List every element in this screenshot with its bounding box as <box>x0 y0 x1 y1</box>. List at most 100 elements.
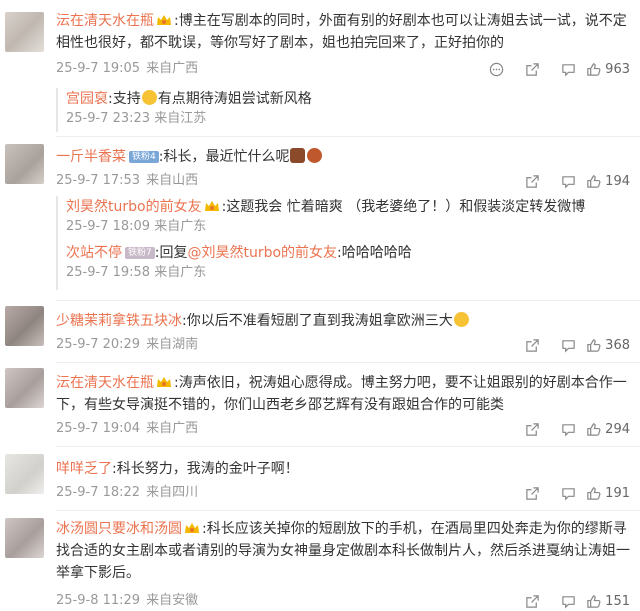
like-button[interactable]: 194 <box>586 172 630 190</box>
comment-button[interactable] <box>550 336 586 354</box>
comment-author[interactable]: 沄在清天水在瓶 <box>56 375 154 391</box>
share-button[interactable] <box>514 336 550 354</box>
comment-author[interactable]: 冰汤圆只要冰和汤圆 <box>56 521 182 537</box>
comment-body: 沄在清天水在瓶:博主在写剧本的同时，外面有别的好剧本也可以让涛姐去试一试，说不定… <box>56 10 632 54</box>
avatar[interactable] <box>5 368 44 408</box>
divider <box>56 362 640 363</box>
reply: 宫园裒:支持 有点期待涛姐尝试新风格 25-9-7 23:23 来自江苏 <box>56 88 632 132</box>
comment-icon <box>561 175 575 189</box>
share-icon <box>525 486 539 500</box>
comment-body: 一斤半香菜 铁粉4:科长，最近忙什么呢 <box>56 146 632 168</box>
reply-time: 25-9-7 18:09 <box>66 219 151 234</box>
share-icon <box>525 422 539 436</box>
avatar[interactable] <box>5 306 44 346</box>
comment-actions: 191 <box>514 484 630 502</box>
reply-mention[interactable]: @刘昊然turbo的前女友 <box>187 245 337 261</box>
comment-icon <box>561 595 575 609</box>
crown-badge-icon <box>157 377 171 387</box>
comment-actions: 294 <box>514 420 630 438</box>
reply-location: 来自广东 <box>154 265 207 280</box>
like-icon <box>587 62 601 76</box>
reply-location: 来自广东 <box>154 219 207 234</box>
avatar[interactable] <box>5 144 44 184</box>
comment-icon <box>561 339 575 353</box>
comment-location: 来自四川 <box>146 485 199 500</box>
like-button[interactable]: 963 <box>586 60 630 78</box>
avatar[interactable] <box>5 518 44 558</box>
comment-actions: 151 <box>514 592 630 610</box>
share-button[interactable] <box>514 484 550 502</box>
comment-author[interactable]: 一斤半香菜 <box>56 149 126 165</box>
reply-text-line: 次站不停 铁粉7:回复@刘昊然turbo的前女友:哈哈哈哈哈 <box>66 242 632 264</box>
comment-button[interactable] <box>550 172 586 190</box>
reply-prefix: :回复 <box>154 245 188 261</box>
comment-meta: 25-9-7 19:04 来自广西 <box>56 420 198 438</box>
comment-meta: 25-9-7 20:29 来自湖南 <box>56 336 198 354</box>
comment-icon <box>561 487 575 501</box>
like-icon <box>587 486 601 500</box>
comment-button[interactable] <box>550 484 586 502</box>
like-icon <box>587 174 601 188</box>
share-button[interactable] <box>514 592 550 610</box>
like-button[interactable]: 151 <box>586 592 630 610</box>
comment-time: 25-9-8 11:29 <box>56 593 141 608</box>
comment-actions: 368 <box>514 336 630 354</box>
emoji-icon <box>141 90 157 105</box>
reply-meta: 25-9-7 18:09 来自广东 <box>66 218 632 236</box>
like-count: 294 <box>605 421 630 437</box>
report-icon <box>489 62 503 76</box>
like-button[interactable]: 191 <box>586 484 630 502</box>
comment-author[interactable]: 少糖茉莉拿铁五块冰 <box>56 313 182 329</box>
divider <box>56 136 640 137</box>
comment-feed: 沄在清天水在瓶:博主在写剧本的同时，外面有别的好剧本也可以让涛姐去试一试，说不定… <box>0 0 640 611</box>
share-icon <box>525 594 539 608</box>
reply-text-after: 有点期待涛姐尝试新风格 <box>157 91 312 107</box>
comment-author[interactable]: 咩咩乏了 <box>56 461 112 477</box>
reply-text: :这题我会 忙着暗爽 （我老婆绝了！）和假装淡定转发微博 <box>221 199 586 215</box>
divider <box>56 300 640 301</box>
comment-location: 来自山西 <box>146 173 199 188</box>
reply-time: 25-9-7 19:58 <box>66 265 151 280</box>
fan-level-badge: 铁粉7 <box>125 247 155 259</box>
reply-text-line: 宫园裒:支持 有点期待涛姐尝试新风格 <box>66 88 632 110</box>
share-button[interactable] <box>514 420 550 438</box>
emoji-icon <box>307 148 323 163</box>
comment-location: 来自广西 <box>146 61 199 76</box>
like-count: 191 <box>605 485 630 501</box>
like-button[interactable]: 294 <box>586 420 630 438</box>
comment-time: 25-9-7 19:04 <box>56 421 141 436</box>
comment-meta: 25-9-7 17:53 来自山西 <box>56 172 198 190</box>
comment-meta: 25-9-8 11:29 来自安徽 <box>56 592 198 610</box>
comment-button[interactable] <box>550 420 586 438</box>
reply-text: :支持 <box>108 91 141 107</box>
comment-body: 冰汤圆只要冰和汤圆:科长应该关掉你的短剧放下的手机，在酒局里四处奔走为你的缪斯寻… <box>56 518 632 584</box>
avatar[interactable] <box>5 454 44 494</box>
comment-button[interactable] <box>550 592 586 610</box>
crown-badge-icon <box>157 15 171 25</box>
reply-time: 25-9-7 23:23 <box>66 111 151 126</box>
share-icon <box>525 174 539 188</box>
comment-text: :你以后不准看短剧了直到我涛姐拿欧洲三大 <box>182 313 453 329</box>
reply-meta: 25-9-7 19:58 来自广东 <box>66 264 632 282</box>
comment-meta: 25-9-7 18:22 来自四川 <box>56 484 198 502</box>
comment-button[interactable] <box>550 60 586 78</box>
reply-location: 来自江苏 <box>154 111 207 126</box>
reply-author[interactable]: 刘昊然turbo的前女友 <box>66 199 202 215</box>
like-count: 368 <box>605 337 630 353</box>
reply-text: :哈哈哈哈哈 <box>337 245 412 261</box>
share-button[interactable] <box>514 60 550 78</box>
share-button[interactable] <box>514 172 550 190</box>
reply-author[interactable]: 次站不停 <box>66 245 122 261</box>
fan-level-badge: 铁粉4 <box>129 151 159 163</box>
reply-author[interactable]: 宫园裒 <box>66 91 108 107</box>
comment-body: 沄在清天水在瓶:涛声依旧，祝涛姐心愿得成。博主努力吧，要不让姐跟别的好剧本合作一… <box>56 372 632 416</box>
like-button[interactable]: 368 <box>586 336 630 354</box>
report-button[interactable] <box>478 60 514 78</box>
comment-time: 25-9-7 19:05 <box>56 61 141 76</box>
comment-location: 来自湖南 <box>146 337 199 352</box>
divider <box>56 446 640 447</box>
avatar[interactable] <box>5 12 44 52</box>
comment-author[interactable]: 沄在清天水在瓶 <box>56 13 154 29</box>
comment-location: 来自安徽 <box>146 593 199 608</box>
reply-text-line: 刘昊然turbo的前女友 :这题我会 忙着暗爽 （我老婆绝了！）和假装淡定转发微博 <box>66 196 632 218</box>
